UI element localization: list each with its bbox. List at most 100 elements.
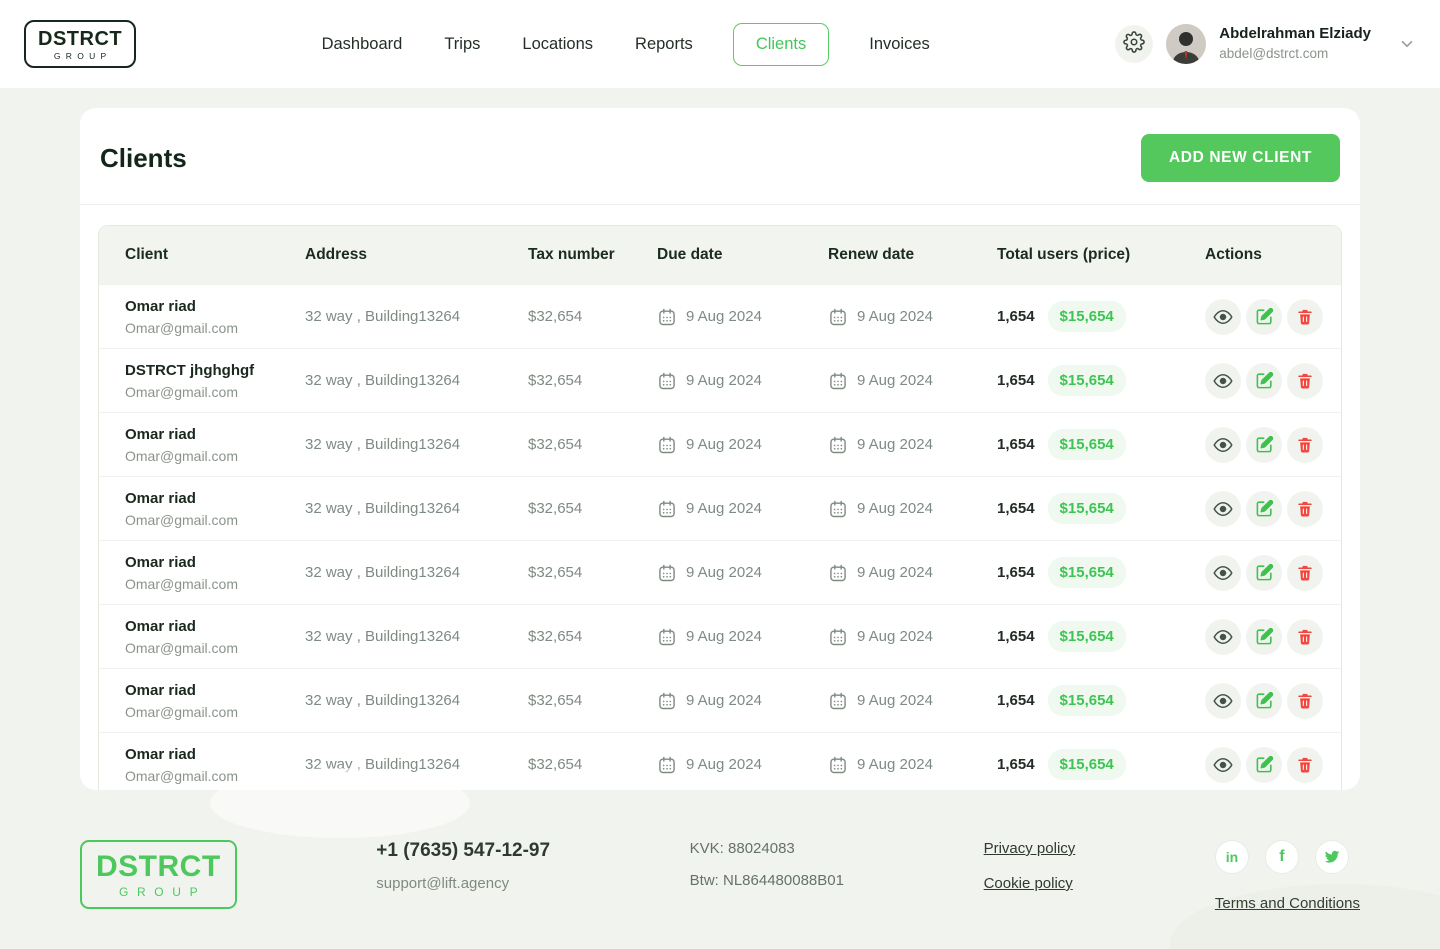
table-row[interactable]: Omar riad Omar@gmail.com 32 way , Buildi…	[99, 540, 1341, 604]
footer-phone: +1 (7635) 547-12-97	[376, 840, 550, 862]
chevron-down-icon[interactable]	[1398, 35, 1416, 53]
client-name: Omar riad	[125, 490, 305, 507]
brand-logo[interactable]: DSTRCT GROUP	[24, 20, 136, 69]
table-row[interactable]: Omar riad Omar@gmail.com 32 way , Buildi…	[99, 412, 1341, 476]
due-date-value: 9 Aug 2024	[686, 372, 762, 389]
users-count: 1,654	[997, 308, 1035, 325]
client-email: Omar@gmail.com	[125, 448, 305, 464]
settings-button[interactable]	[1115, 25, 1153, 63]
delete-button[interactable]	[1287, 363, 1323, 399]
twitter-icon	[1324, 849, 1340, 865]
add-new-client-button[interactable]: ADD NEW CLIENT	[1141, 134, 1340, 182]
edit-button[interactable]	[1246, 683, 1282, 719]
renew-date-value: 9 Aug 2024	[857, 692, 933, 709]
footer-registration: KVK: 88024083 Btw: NL864480088B01	[690, 840, 844, 913]
avatar[interactable]	[1166, 24, 1206, 64]
actions-cell	[1205, 299, 1341, 335]
twitter-button[interactable]	[1315, 840, 1349, 874]
total-users-cell: 1,654 $15,654	[997, 365, 1205, 396]
price-badge: $15,654	[1048, 301, 1126, 332]
edit-icon	[1255, 563, 1274, 582]
client-cell: Omar riad Omar@gmail.com	[125, 618, 305, 656]
view-button[interactable]	[1205, 427, 1241, 463]
nav-item-trips[interactable]: Trips	[442, 24, 482, 65]
footer-logo[interactable]: DSTRCT GROUP	[80, 840, 237, 909]
edit-button[interactable]	[1246, 747, 1282, 783]
tax-number-cell: $32,654	[528, 436, 657, 453]
delete-button[interactable]	[1287, 683, 1323, 719]
nav-item-reports[interactable]: Reports	[633, 24, 695, 65]
facebook-button[interactable]: f	[1265, 840, 1299, 874]
view-button[interactable]	[1205, 747, 1241, 783]
calendar-icon	[657, 627, 677, 647]
client-cell: Omar riad Omar@gmail.com	[125, 682, 305, 720]
users-count: 1,654	[997, 564, 1035, 581]
eye-icon	[1213, 499, 1233, 519]
edit-icon	[1255, 499, 1274, 518]
edit-button[interactable]	[1246, 299, 1282, 335]
edit-button[interactable]	[1246, 363, 1282, 399]
calendar-icon	[828, 691, 848, 711]
view-button[interactable]	[1205, 299, 1241, 335]
linkedin-button[interactable]: in	[1215, 840, 1249, 874]
delete-button[interactable]	[1287, 427, 1323, 463]
privacy-policy-link[interactable]: Privacy policy	[984, 840, 1076, 857]
trash-icon	[1296, 308, 1314, 326]
price-badge: $15,654	[1048, 685, 1126, 716]
user-email: abdel@dstrct.com	[1219, 46, 1371, 63]
delete-button[interactable]	[1287, 747, 1323, 783]
edit-icon	[1255, 371, 1274, 390]
nav-item-clients[interactable]: Clients	[733, 23, 829, 66]
delete-button[interactable]	[1287, 555, 1323, 591]
client-cell: Omar riad Omar@gmail.com	[125, 298, 305, 336]
delete-button[interactable]	[1287, 619, 1323, 655]
total-users-cell: 1,654 $15,654	[997, 493, 1205, 524]
calendar-icon	[657, 499, 677, 519]
renew-date-value: 9 Aug 2024	[857, 628, 933, 645]
renew-date-cell: 9 Aug 2024	[828, 307, 997, 327]
trash-icon	[1296, 628, 1314, 646]
client-email: Omar@gmail.com	[125, 320, 305, 336]
view-button[interactable]	[1205, 363, 1241, 399]
calendar-icon	[828, 563, 848, 583]
footer-contact: +1 (7635) 547-12-97 support@lift.agency	[376, 840, 550, 913]
price-badge: $15,654	[1048, 493, 1126, 524]
table-row[interactable]: Omar riad Omar@gmail.com 32 way , Buildi…	[99, 668, 1341, 732]
table-row[interactable]: DSTRCT jhghghgf Omar@gmail.com 32 way , …	[99, 348, 1341, 412]
edit-button[interactable]	[1246, 491, 1282, 527]
renew-date-value: 9 Aug 2024	[857, 372, 933, 389]
view-button[interactable]	[1205, 491, 1241, 527]
view-button[interactable]	[1205, 683, 1241, 719]
client-email: Omar@gmail.com	[125, 576, 305, 592]
user-menu[interactable]: Abdelrahman Elziady abdel@dstrct.com	[1219, 25, 1371, 63]
actions-cell	[1205, 363, 1341, 399]
calendar-icon	[657, 755, 677, 775]
tax-number-cell: $32,654	[528, 372, 657, 389]
nav-item-locations[interactable]: Locations	[520, 24, 595, 65]
table-row[interactable]: Omar riad Omar@gmail.com 32 way , Buildi…	[99, 476, 1341, 540]
edit-button[interactable]	[1246, 619, 1282, 655]
renew-date-cell: 9 Aug 2024	[828, 691, 997, 711]
view-button[interactable]	[1205, 619, 1241, 655]
due-date-cell: 9 Aug 2024	[657, 691, 828, 711]
facebook-icon: f	[1279, 848, 1284, 866]
trash-icon	[1296, 436, 1314, 454]
table-row[interactable]: Omar riad Omar@gmail.com 32 way , Buildi…	[99, 284, 1341, 348]
due-date-value: 9 Aug 2024	[686, 756, 762, 773]
view-button[interactable]	[1205, 555, 1241, 591]
nav-item-dashboard[interactable]: Dashboard	[320, 24, 405, 65]
cookie-policy-link[interactable]: Cookie policy	[984, 875, 1076, 892]
due-date-value: 9 Aug 2024	[686, 628, 762, 645]
terms-and-conditions-link[interactable]: Terms and Conditions	[1215, 895, 1360, 912]
table-body: Omar riad Omar@gmail.com 32 way , Buildi…	[99, 284, 1341, 790]
edit-button[interactable]	[1246, 555, 1282, 591]
client-email: Omar@gmail.com	[125, 384, 305, 400]
table-row[interactable]: Omar riad Omar@gmail.com 32 way , Buildi…	[99, 604, 1341, 668]
delete-button[interactable]	[1287, 299, 1323, 335]
footer-btw: Btw: NL864480088B01	[690, 872, 844, 889]
page-title: Clients	[100, 143, 187, 174]
clients-table: Client Address Tax number Due date Renew…	[98, 225, 1342, 790]
edit-button[interactable]	[1246, 427, 1282, 463]
nav-item-invoices[interactable]: Invoices	[867, 24, 932, 65]
delete-button[interactable]	[1287, 491, 1323, 527]
